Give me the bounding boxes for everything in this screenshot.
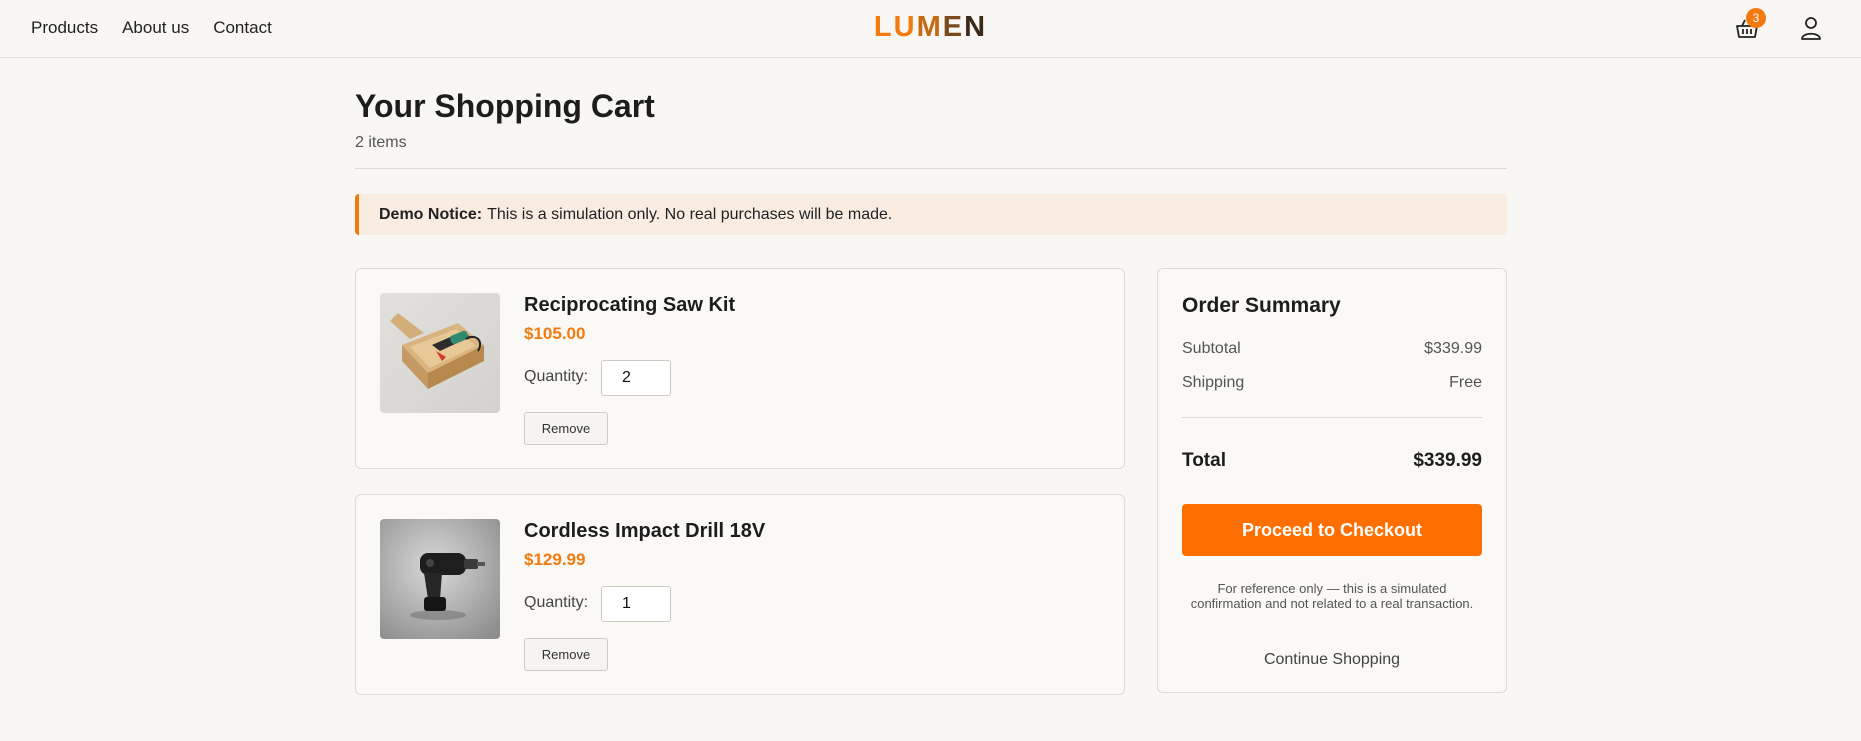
- item-price: $129.99: [524, 550, 586, 569]
- demo-notice-banner: Demo Notice: This is a simulation only. …: [355, 194, 1507, 235]
- shipping-row: Shipping Free: [1182, 374, 1482, 392]
- cart-count-badge: 3: [1746, 8, 1766, 28]
- shipping-label: Shipping: [1182, 374, 1245, 391]
- logo-letter: M: [916, 11, 943, 43]
- quantity-label: Quantity:: [524, 594, 589, 611]
- divider: [355, 168, 1507, 169]
- item-price: $105.00: [524, 324, 586, 343]
- cart-item: Cordless Impact Drill 18V $129.99 Quanti…: [355, 494, 1125, 695]
- proceed-to-checkout-button[interactable]: Proceed to Checkout: [1182, 504, 1482, 556]
- divider: [1182, 417, 1482, 418]
- total-label: Total: [1182, 450, 1226, 471]
- top-navigation-bar: Products About us Contact LUMEN 3: [0, 0, 1861, 58]
- total-value: $339.99: [1413, 450, 1482, 471]
- nav-about-link[interactable]: About us: [122, 18, 189, 38]
- nav-products-link[interactable]: Products: [31, 18, 98, 38]
- quantity-label: Quantity:: [524, 368, 589, 385]
- logo-letter: L: [873, 11, 894, 43]
- item-name[interactable]: Reciprocating Saw Kit: [524, 294, 735, 317]
- subtotal-value: $339.99: [1424, 340, 1482, 357]
- item-name[interactable]: Cordless Impact Drill 18V: [524, 520, 765, 543]
- logo-letter: N: [964, 11, 988, 43]
- drill-photo-icon[interactable]: [380, 519, 500, 639]
- remove-item-button[interactable]: Remove: [524, 638, 608, 671]
- continue-shopping-link[interactable]: Continue Shopping: [1182, 651, 1482, 669]
- cart-item: Reciprocating Saw Kit $105.00 Quantity: …: [355, 268, 1125, 469]
- total-row: Total $339.99: [1182, 450, 1482, 472]
- logo-letter: U: [893, 11, 917, 43]
- page-title: Your Shopping Cart: [355, 88, 655, 124]
- user-account-icon[interactable]: [1797, 14, 1825, 42]
- notice-label: Demo Notice:: [379, 205, 483, 223]
- notice-text: This is a simulation only. No real purch…: [487, 205, 893, 223]
- main-nav: Products About us Contact: [31, 0, 272, 56]
- remove-item-button[interactable]: Remove: [524, 412, 608, 445]
- brand-logo[interactable]: LUMEN: [874, 10, 987, 44]
- subtotal-row: Subtotal $339.99: [1182, 340, 1482, 358]
- tool-kit-photo-icon[interactable]: [380, 293, 500, 413]
- quantity-input[interactable]: [601, 586, 671, 622]
- logo-letter: E: [942, 11, 965, 43]
- subtotal-label: Subtotal: [1182, 340, 1241, 357]
- order-summary-title: Order Summary: [1182, 294, 1341, 317]
- checkout-disclaimer: For reference only — this is a simulated…: [1190, 581, 1474, 611]
- order-summary-panel: Order Summary Subtotal $339.99 Shipping …: [1157, 268, 1507, 693]
- cart-item-count: 2 items: [355, 134, 407, 151]
- nav-contact-link[interactable]: Contact: [213, 18, 272, 38]
- quantity-input[interactable]: [601, 360, 671, 396]
- shipping-value: Free: [1449, 374, 1482, 391]
